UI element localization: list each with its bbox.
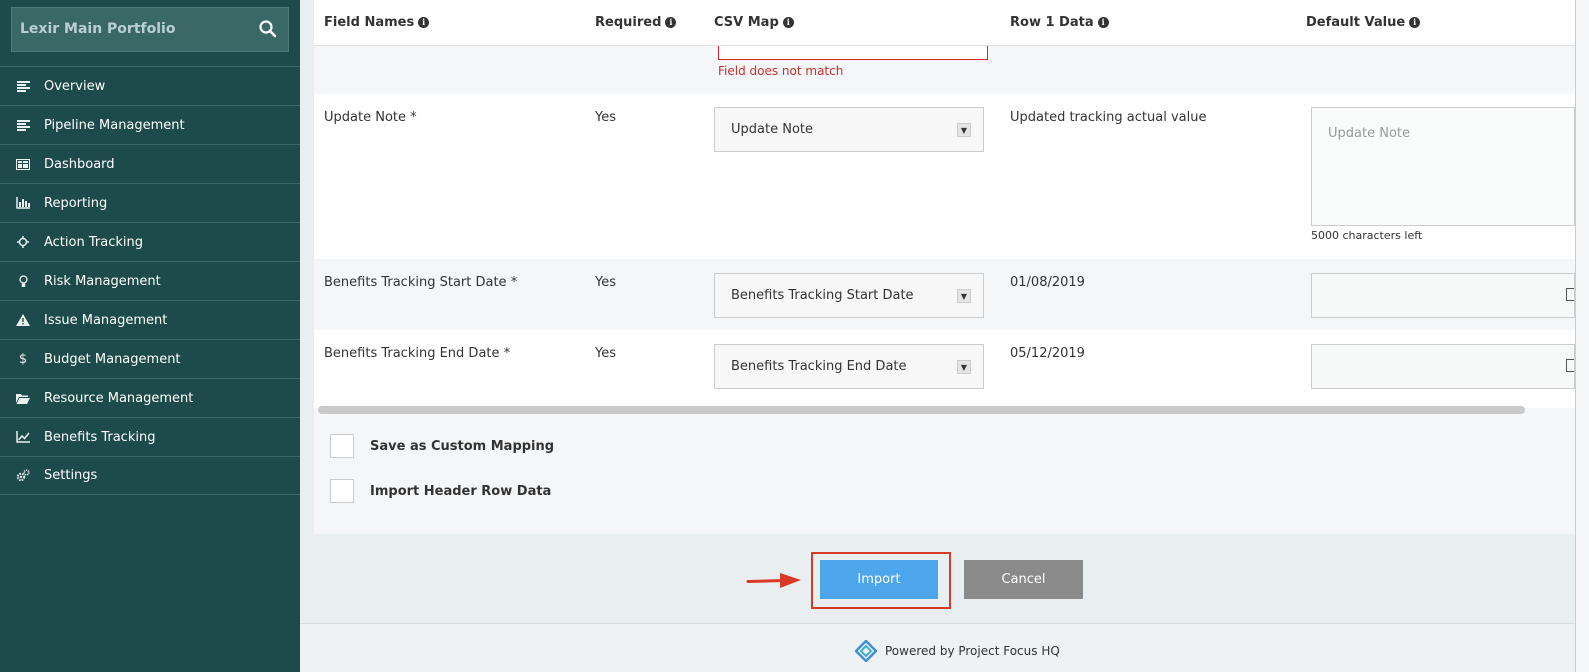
csv-map-select[interactable]: Update Note ▼ xyxy=(714,107,984,152)
main-content: Field Names i Required i CSV Map i Row 1 Da… xyxy=(300,0,1589,672)
csv-map-selected: Update Note xyxy=(731,122,813,137)
default-date-input[interactable] xyxy=(1311,344,1575,389)
arrow-annotation-icon xyxy=(746,573,801,588)
header-default-value: Default Value i xyxy=(1306,15,1421,30)
required-value: Yes xyxy=(595,110,616,125)
import-header-row-checkbox[interactable] xyxy=(330,479,354,503)
sidebar-item-budget-management[interactable]: $ Budget Management xyxy=(0,339,300,378)
csv-map-select[interactable]: Benefits Tracking End Date ▼ xyxy=(714,344,984,389)
sidebar-item-overview[interactable]: Overview xyxy=(0,66,300,105)
sidebar-item-label: Pipeline Management xyxy=(44,117,185,133)
sidebar-item-benefits-tracking[interactable]: Benefits Tracking xyxy=(0,417,300,456)
row1-data: 01/08/2019 xyxy=(1010,275,1085,290)
sidebar-item-label: Overview xyxy=(44,78,106,94)
info-icon[interactable]: i xyxy=(418,17,430,28)
info-icon[interactable]: i xyxy=(1409,17,1421,28)
import-header-row-label: Import Header Row Data xyxy=(370,483,552,499)
field-name: Update Note * xyxy=(324,110,417,125)
row1-data: 05/12/2019 xyxy=(1010,346,1085,361)
bar-chart-icon xyxy=(16,196,30,210)
sidebar-item-issue-management[interactable]: Issue Management xyxy=(0,300,300,339)
sidebar-item-resource-management[interactable]: Resource Management xyxy=(0,378,300,417)
chevron-down-icon: ▼ xyxy=(957,360,971,374)
csv-map-selected: Benefits Tracking Start Date xyxy=(731,288,914,303)
required-value: Yes xyxy=(595,275,616,290)
table-header: Field Names i Required i CSV Map i Row 1 Da… xyxy=(314,0,1575,46)
sidebar-item-label: Budget Management xyxy=(44,351,181,367)
info-icon[interactable]: i xyxy=(665,17,677,28)
chevron-down-icon: ▼ xyxy=(957,123,971,137)
field-name: Benefits Tracking Start Date * xyxy=(324,275,518,290)
characters-left: 5000 characters left xyxy=(1311,229,1423,242)
field-name: Benefits Tracking End Date * xyxy=(324,346,511,361)
portfolio-name: Lexir Main Portfolio xyxy=(20,21,176,37)
dashboard-icon xyxy=(16,157,30,171)
header-required: Required i xyxy=(595,15,677,30)
calendar-icon[interactable] xyxy=(1566,359,1574,372)
warning-icon xyxy=(16,313,30,327)
save-custom-mapping-label: Save as Custom Mapping xyxy=(370,438,555,454)
sidebar-item-label: Issue Management xyxy=(44,312,168,328)
sidebar-item-label: Action Tracking xyxy=(44,234,143,250)
header-row1-data: Row 1 Data i xyxy=(1010,15,1109,30)
list-icon xyxy=(16,118,30,132)
csv-map-select[interactable]: Benefits Tracking Start Date ▼ xyxy=(714,273,984,318)
info-icon[interactable]: i xyxy=(1097,17,1109,28)
import-button[interactable]: Import xyxy=(820,560,938,599)
table-row: Benefits Tracking End Date * Yes Benefit… xyxy=(314,330,1575,402)
portfolio-search-box[interactable]: Lexir Main Portfolio xyxy=(11,7,289,52)
sidebar-item-label: Reporting xyxy=(44,195,108,211)
table-row: Update Note * Yes Update Note ▼ Updated … xyxy=(314,94,1575,259)
sidebar-item-dashboard[interactable]: Dashboard xyxy=(0,144,300,183)
import-header-row-row: Import Header Row Data xyxy=(330,479,551,503)
sidebar-item-label: Settings xyxy=(44,468,98,483)
sidebar-item-label: Benefits Tracking xyxy=(44,429,156,445)
csv-mapping-panel: Field Names i Required i CSV Map i Row 1 Da… xyxy=(314,0,1575,534)
crosshair-icon xyxy=(16,235,30,249)
sidebar-item-label: Risk Management xyxy=(44,273,161,289)
header-csv-map: CSV Map i xyxy=(714,15,794,30)
list-icon xyxy=(16,79,30,93)
sidebar-item-action-tracking[interactable]: Action Tracking xyxy=(0,222,300,261)
powered-by-text: Powered by Project Focus HQ xyxy=(885,644,1060,658)
sidebar-item-risk-management[interactable]: Risk Management xyxy=(0,261,300,300)
sidebar: Lexir Main Portfolio Overview Pipeline M… xyxy=(0,0,300,672)
search-icon[interactable] xyxy=(258,19,278,39)
save-custom-mapping-row: Save as Custom Mapping xyxy=(330,434,554,458)
window-edge xyxy=(1575,0,1589,672)
header-field-names: Field Names i xyxy=(324,15,430,30)
textarea-placeholder: Update Note xyxy=(1328,126,1410,141)
save-custom-mapping-checkbox[interactable] xyxy=(330,434,354,458)
footer: Powered by Project Focus HQ xyxy=(300,623,1589,672)
line-chart-icon xyxy=(16,430,30,444)
folder-icon xyxy=(16,391,30,405)
project-focus-logo xyxy=(855,640,877,662)
default-date-input[interactable] xyxy=(1311,273,1575,318)
default-value-textarea[interactable]: Update Note xyxy=(1311,107,1575,226)
row1-data: Updated tracking actual value xyxy=(1010,110,1207,125)
csv-map-select-error[interactable] xyxy=(718,44,988,60)
sidebar-item-reporting[interactable]: Reporting xyxy=(0,183,300,222)
horizontal-scrollbar[interactable] xyxy=(318,406,1525,414)
sidebar-item-label: Resource Management xyxy=(44,390,194,406)
sidebar-item-pipeline-management[interactable]: Pipeline Management xyxy=(0,105,300,144)
required-value: Yes xyxy=(595,346,616,361)
field-error-message: Field does not match xyxy=(718,64,844,78)
sidebar-item-settings[interactable]: Settings xyxy=(0,456,300,495)
sidebar-nav: Overview Pipeline Management Dashboard R… xyxy=(0,66,300,495)
options-area: Save as Custom Mapping Import Header Row… xyxy=(314,406,1575,534)
cancel-button[interactable]: Cancel xyxy=(964,560,1083,599)
dollar-icon: $ xyxy=(18,351,28,367)
chevron-down-icon: ▼ xyxy=(957,289,971,303)
lightbulb-icon xyxy=(16,274,30,288)
sidebar-item-label: Dashboard xyxy=(44,156,115,172)
table-row: Benefits Tracking Start Date * Yes Benef… xyxy=(314,259,1575,330)
gears-icon xyxy=(16,469,30,483)
calendar-icon[interactable] xyxy=(1566,288,1574,301)
csv-map-selected: Benefits Tracking End Date xyxy=(731,359,907,374)
info-icon[interactable]: i xyxy=(782,17,794,28)
